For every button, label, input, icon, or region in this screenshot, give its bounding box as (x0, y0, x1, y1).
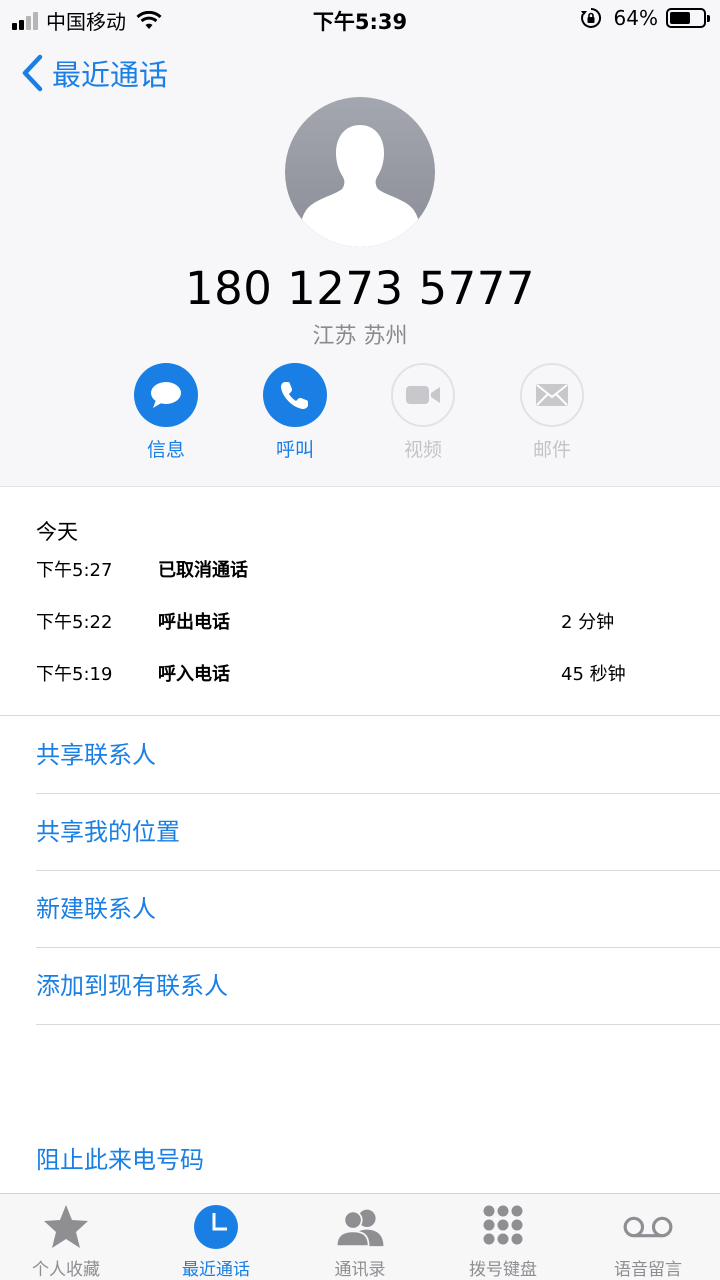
person-silhouette-icon (299, 125, 421, 247)
voicemail-icon (623, 1216, 673, 1238)
tab-favorites[interactable]: 个人收藏 (6, 1194, 126, 1280)
new-contact-option[interactable]: 新建联系人 (36, 871, 720, 948)
contact-header: 中国移动 下午5:39 64% 最近通话 180 1273 5777 江苏 苏州… (0, 0, 720, 487)
call-duration: 2 分钟 (561, 612, 615, 633)
call-type: 已取消通话 (158, 560, 248, 581)
tab-label: 语音留言 (614, 1260, 682, 1280)
tab-label: 通讯录 (334, 1260, 386, 1280)
mail-action-circle (520, 363, 584, 427)
tab-label: 拨号键盘 (469, 1260, 537, 1280)
battery-fill (670, 12, 691, 24)
back-button[interactable]: 最近通话 (20, 52, 168, 94)
message-bubble-icon (151, 382, 181, 408)
battery-percent: 64% (613, 6, 658, 30)
battery-icon (666, 8, 710, 28)
tab-contacts[interactable]: 通讯录 (300, 1194, 420, 1280)
video-action-button[interactable]: 视频 (373, 363, 473, 462)
call-duration: 45 秒钟 (561, 664, 626, 685)
history-date-title: 今天 (36, 520, 78, 544)
status-right: 64% (580, 6, 710, 30)
tab-label: 个人收藏 (32, 1260, 100, 1280)
tab-keypad[interactable]: 拨号键盘 (443, 1194, 563, 1280)
mail-action-button[interactable]: 邮件 (502, 363, 602, 462)
share-contact-option[interactable]: 共享联系人 (36, 717, 720, 794)
chevron-left-icon (22, 54, 43, 92)
star-icon (44, 1205, 88, 1248)
call-history: 今天 下午5:27 已取消通话 下午5:22 呼出电话 2 分钟 下午5:19 … (0, 488, 720, 716)
contacts-icon (335, 1209, 384, 1247)
add-to-existing-contact-option[interactable]: 添加到现有联系人 (36, 948, 720, 1025)
phone-icon (281, 382, 308, 409)
rotation-lock-icon (580, 7, 601, 28)
message-action-label: 信息 (146, 439, 185, 461)
call-history-row: 下午5:19 呼入电话 45 秒钟 (0, 660, 720, 690)
call-time: 下午5:22 (36, 612, 113, 633)
call-action-label: 呼叫 (275, 439, 314, 461)
call-time: 下午5:27 (36, 560, 113, 581)
message-action-button[interactable]: 信息 (116, 363, 216, 462)
call-action-button[interactable]: 呼叫 (245, 363, 345, 462)
status-bar: 中国移动 下午5:39 64% (0, 0, 720, 40)
avatar (285, 97, 435, 247)
share-location-option[interactable]: 共享我的位置 (36, 794, 720, 871)
contact-options-list: 共享联系人 共享我的位置 新建联系人 添加到现有联系人 (0, 717, 720, 1025)
tab-label: 最近通话 (182, 1260, 250, 1280)
call-time: 下午5:19 (36, 664, 113, 685)
envelope-icon (536, 384, 568, 406)
video-action-circle (391, 363, 455, 427)
number-location: 江苏 苏州 (312, 324, 408, 349)
call-type: 呼出电话 (158, 612, 230, 633)
action-buttons: 信息 呼叫 视频 邮件 (0, 363, 720, 463)
clock-icon (194, 1205, 238, 1249)
video-action-label: 视频 (403, 439, 442, 461)
phone-number: 180 1273 5777 (184, 262, 536, 315)
video-camera-icon (406, 386, 440, 404)
call-history-row: 下午5:27 已取消通话 (0, 556, 720, 586)
call-action-circle (263, 363, 327, 427)
back-label: 最近通话 (52, 58, 169, 92)
tab-bar: 个人收藏 最近通话 通讯录 拨号键盘 语音留言 (0, 1193, 720, 1280)
mail-action-label: 邮件 (532, 439, 571, 461)
keypad-icon (483, 1205, 523, 1245)
call-type: 呼入电话 (158, 664, 230, 685)
message-action-circle (134, 363, 198, 427)
block-caller-button[interactable]: 阻止此来电号码 (36, 1140, 204, 1175)
tab-voicemail[interactable]: 语音留言 (588, 1194, 708, 1280)
call-history-row: 下午5:22 呼出电话 2 分钟 (0, 608, 720, 638)
tab-recents[interactable]: 最近通话 (156, 1194, 276, 1280)
